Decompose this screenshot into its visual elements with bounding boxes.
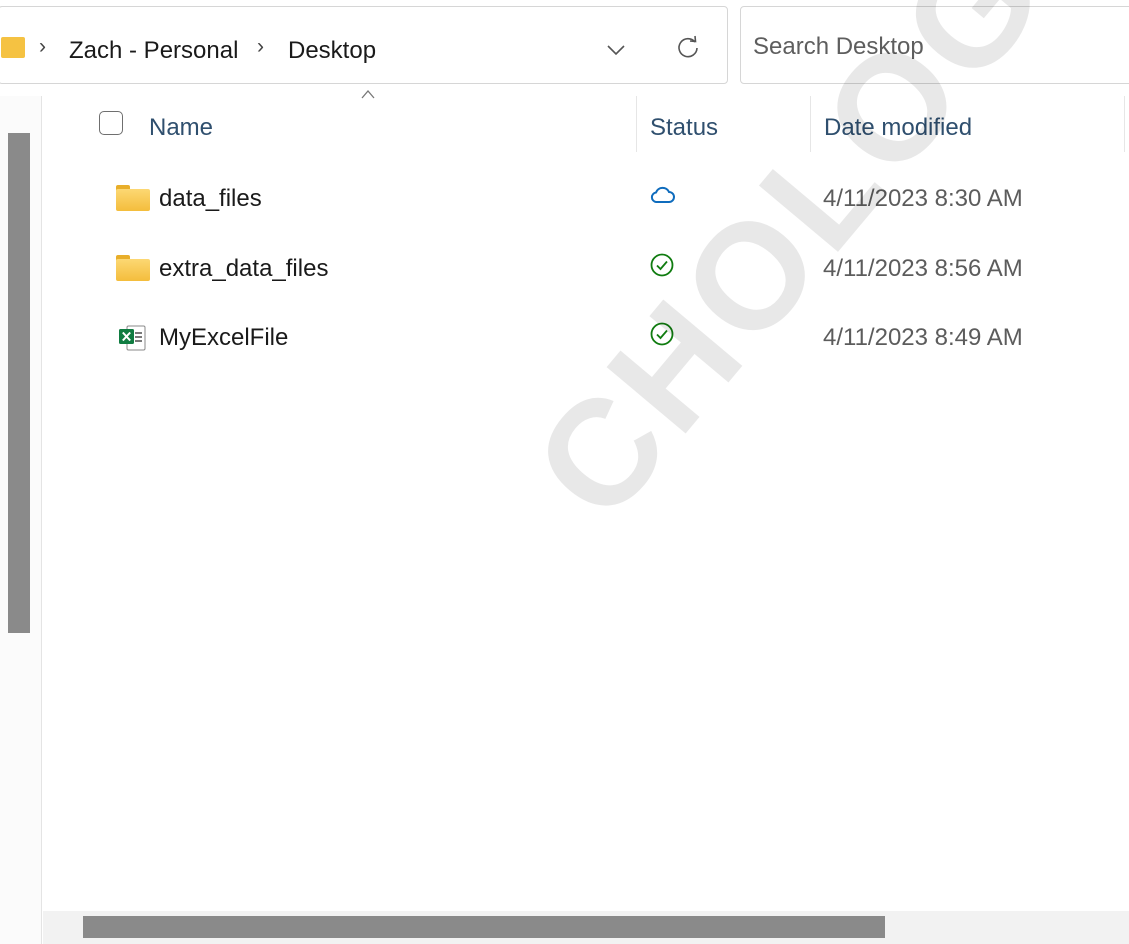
column-divider[interactable] <box>636 96 637 152</box>
file-row-extra-data-files[interactable]: extra_data_files 4/11/2023 8:56 AM <box>42 237 1129 299</box>
breadcrumb-item-desktop[interactable]: Desktop <box>288 37 376 65</box>
column-header-name[interactable]: Name <box>149 114 213 142</box>
folder-icon <box>116 185 150 211</box>
address-bar[interactable]: › Zach - Personal › Desktop <box>0 6 728 84</box>
file-name: MyExcelFile <box>159 324 289 351</box>
excel-file-icon <box>119 325 146 351</box>
date-modified: 4/11/2023 8:30 AM <box>823 185 1023 212</box>
folder-icon <box>1 37 25 58</box>
date-modified: 4/11/2023 8:49 AM <box>823 324 1023 351</box>
search-box[interactable] <box>740 6 1129 84</box>
check-circle-icon <box>650 253 674 277</box>
folder-icon <box>116 255 150 281</box>
file-name: data_files <box>159 185 262 212</box>
horizontal-scrollbar-thumb[interactable] <box>83 916 885 938</box>
sort-ascending-icon <box>361 90 375 99</box>
refresh-icon[interactable] <box>673 33 703 63</box>
cloud-icon <box>650 186 675 203</box>
breadcrumb-separator: › <box>39 35 46 58</box>
column-header-date-modified[interactable]: Date modified <box>824 114 972 142</box>
date-modified: 4/11/2023 8:56 AM <box>823 255 1023 282</box>
column-header-status[interactable]: Status <box>650 114 718 142</box>
file-name: extra_data_files <box>159 255 329 282</box>
check-circle-icon <box>650 322 674 346</box>
breadcrumb-item-zach-personal[interactable]: Zach - Personal <box>69 37 238 65</box>
column-divider[interactable] <box>810 96 811 152</box>
search-input[interactable] <box>753 27 1123 67</box>
file-row-myexcelfile[interactable]: MyExcelFile 4/11/2023 8:49 AM <box>42 306 1129 368</box>
select-all-checkbox[interactable] <box>99 111 123 135</box>
chevron-down-icon[interactable] <box>601 35 631 65</box>
column-divider[interactable] <box>1124 96 1125 152</box>
file-row-data-files[interactable]: data_files 4/11/2023 8:30 AM <box>42 167 1129 229</box>
vertical-scrollbar-thumb[interactable] <box>8 133 30 633</box>
breadcrumb-separator: › <box>257 35 264 58</box>
